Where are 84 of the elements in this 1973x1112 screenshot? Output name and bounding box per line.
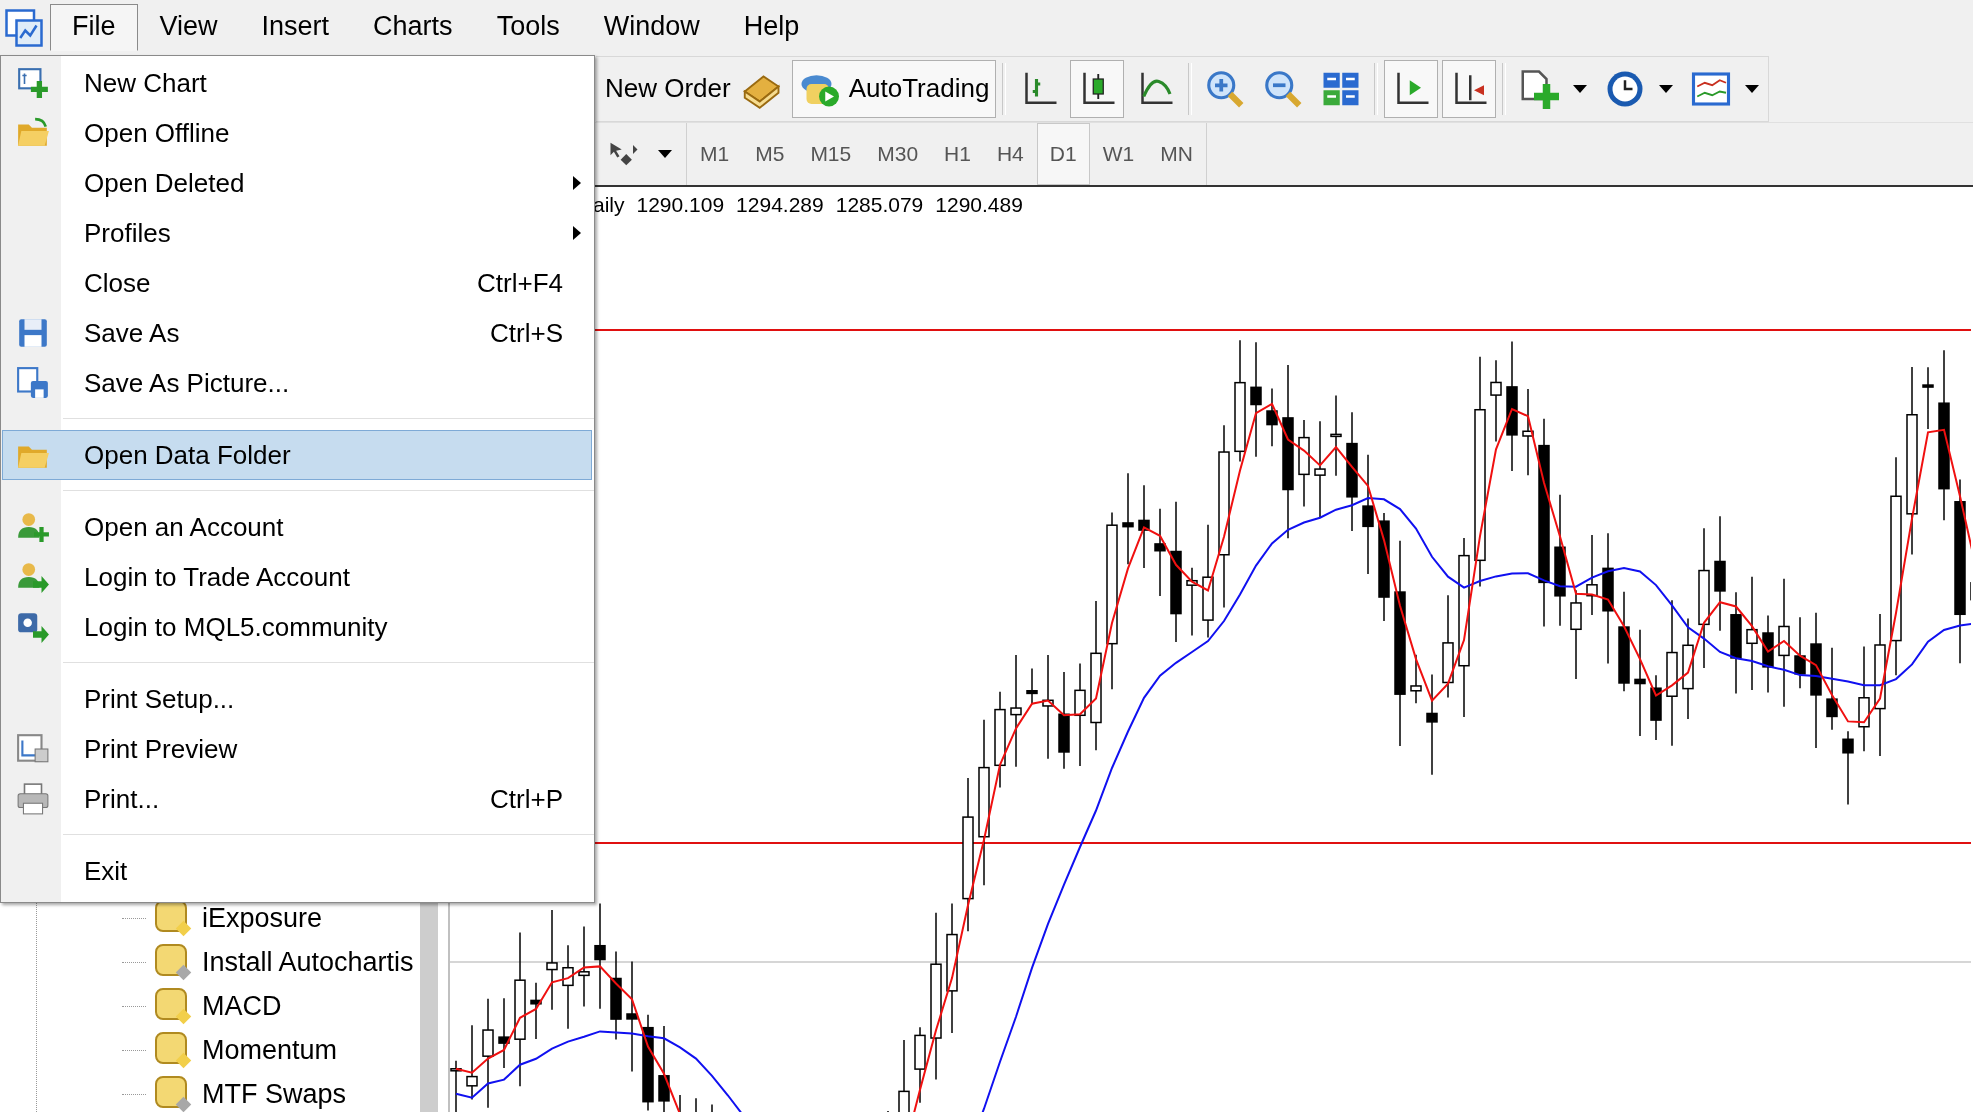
menu-label: Print... <box>83 783 161 815</box>
price-value: 1290.109 <box>636 193 725 217</box>
menu-entry[interactable]: Print Setup... <box>2 674 592 724</box>
indicator-icon <box>154 1074 194 1112</box>
auto-scroll-button[interactable] <box>1442 59 1497 118</box>
caret-icon[interactable] <box>1659 84 1674 93</box>
timeframe-tab[interactable]: MN <box>1147 123 1206 185</box>
timeframe-tab[interactable]: H1 <box>931 123 984 185</box>
chart-symbol-label: aily <box>593 193 625 217</box>
timeframe-tab[interactable]: W1 <box>1089 123 1148 185</box>
menu-entry[interactable]: Close Ctrl+F4 <box>2 258 592 308</box>
menu-entry[interactable]: Open Offline <box>2 108 592 158</box>
timeframe-tab[interactable]: M5 <box>742 123 798 185</box>
indicator-icon <box>154 942 194 983</box>
menu-label: Print Preview <box>83 733 239 765</box>
floppy-disk-icon <box>16 366 50 400</box>
menu-entry[interactable]: Open Data Folder <box>2 430 592 480</box>
login-arrow-icon <box>16 610 50 644</box>
menu-entry[interactable]: Save As Picture... <box>2 358 592 408</box>
menu-entry[interactable]: Profiles <box>2 208 592 258</box>
shortcut-label: Ctrl+S <box>490 317 563 349</box>
menu-label: Print Setup... <box>83 683 236 715</box>
chart-shift-button[interactable] <box>1384 59 1439 118</box>
navigator-item[interactable]: MTF Swaps <box>202 1079 347 1110</box>
navigator-item[interactable]: Install Autochartis <box>202 947 414 978</box>
zoom-in-icon <box>1205 68 1246 109</box>
person-arrow-icon <box>16 560 50 594</box>
price-value: 1294.289 <box>736 193 824 217</box>
menu-entry[interactable]: Open Deleted <box>2 158 592 208</box>
shortcut-label: Ctrl+P <box>490 783 563 815</box>
caret-icon[interactable] <box>1745 84 1760 93</box>
navigator-item[interactable]: Momentum <box>202 1035 338 1066</box>
caret-icon[interactable] <box>658 150 672 158</box>
menu-label: Open Deleted <box>83 167 246 199</box>
submenu-arrow-icon <box>573 226 581 240</box>
menu-entry[interactable]: Open an Account <box>2 502 592 552</box>
menu-label: Profiles <box>83 217 172 249</box>
shortcut-label: Ctrl+F4 <box>477 267 563 299</box>
person-plus-icon <box>16 510 50 544</box>
timeframe-tab[interactable]: M30 <box>864 123 932 185</box>
indicator-icon <box>154 1030 194 1071</box>
menu-label: Save As <box>83 317 181 349</box>
autotrading-button[interactable]: AutoTrading <box>791 59 997 118</box>
printer-icon <box>16 782 50 816</box>
menu-item[interactable]: Window <box>581 4 722 51</box>
menu-label: Login to MQL5.community <box>83 611 389 643</box>
menu-item[interactable]: View <box>137 4 240 51</box>
submenu-arrow-icon <box>573 176 581 190</box>
menu-label: Open Offline <box>83 117 231 149</box>
menu-item[interactable]: Insert <box>239 4 352 51</box>
menu-label: Close <box>83 267 152 299</box>
new-order-button[interactable]: New Order <box>598 59 788 118</box>
timeframe-tab[interactable]: H4 <box>983 123 1037 185</box>
menu-item[interactable]: Charts <box>351 4 475 51</box>
price-value: 1290.489 <box>935 193 1023 217</box>
menu-item[interactable]: File <box>50 4 138 51</box>
candlestick-button[interactable] <box>1070 59 1125 118</box>
menu-entry[interactable]: Login to Trade Account <box>2 552 592 602</box>
menu-entry[interactable]: Login to MQL5.community <box>2 602 592 652</box>
new-document-icon <box>1519 68 1560 109</box>
menu-label: Login to Trade Account <box>83 561 351 593</box>
menu-entry[interactable]: Exit <box>2 846 592 896</box>
price-value: 1285.079 <box>835 193 924 217</box>
menu-label: Save As Picture... <box>83 367 291 399</box>
new-chart-icon <box>16 66 50 100</box>
menu-entry[interactable]: Print Preview <box>2 724 592 774</box>
indicator-icon <box>154 986 194 1027</box>
timeframe-tab[interactable]: M1 <box>687 123 743 185</box>
menu-label: Exit <box>83 855 129 887</box>
menu-item[interactable]: Tools <box>474 4 582 51</box>
navigator-item[interactable]: iExposure <box>202 903 323 934</box>
timeframe-tab[interactable]: M15 <box>797 123 865 185</box>
app-icon[interactable] <box>4 7 44 48</box>
menu-entry[interactable]: New Chart <box>2 58 592 108</box>
timeframe-tab[interactable]: D1 <box>1036 123 1090 185</box>
navigator-item[interactable]: MACD <box>202 991 282 1022</box>
zoom-out-icon <box>1263 68 1304 109</box>
menu-item[interactable]: Help <box>721 4 822 51</box>
menu-label: Open an Account <box>83 511 285 543</box>
caret-icon[interactable] <box>1573 84 1588 93</box>
menu-label: Open Data Folder <box>83 439 292 471</box>
menu-entry[interactable]: Print... Ctrl+P <box>2 774 592 824</box>
menu-entry[interactable]: Save As Ctrl+S <box>2 308 592 358</box>
menu-label: New Chart <box>83 67 208 99</box>
